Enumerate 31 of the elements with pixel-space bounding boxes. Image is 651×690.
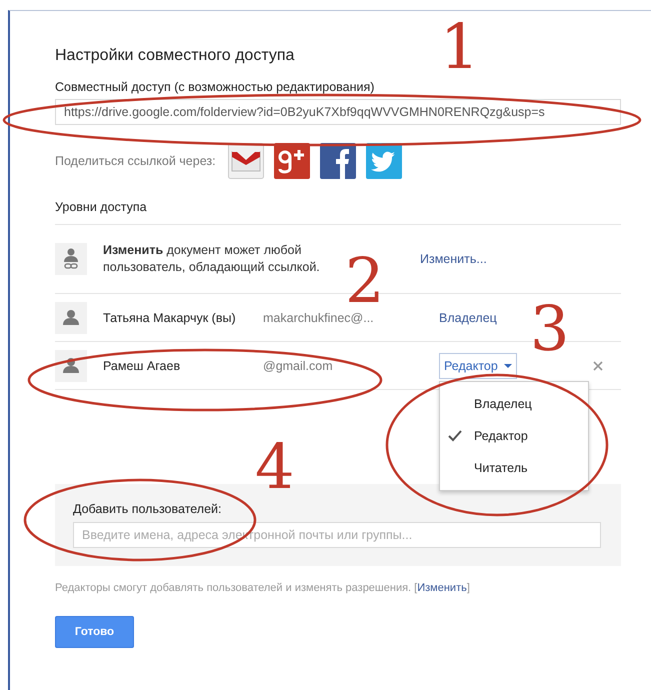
person-link-icon	[55, 243, 87, 275]
bird-icon[interactable]	[366, 143, 402, 179]
user-name: Рамеш Агаев	[103, 358, 182, 372]
annotation-number: 4	[255, 430, 294, 503]
access-heading: Уровни доступа	[55, 200, 621, 225]
user-name: Татьяна Макарчук (вы)	[103, 310, 237, 324]
close-icon[interactable]	[593, 360, 603, 370]
link-field[interactable]: https://drive.google.com/folderview?id=0B2yuK7Xbf9qqWVVGMHN0RENRQzg&usp=s	[55, 99, 621, 125]
annotation-number: 1	[440, 10, 480, 83]
role-option[interactable]: Редактор	[440, 420, 588, 452]
user-email: @gmail.com	[262, 358, 334, 372]
person-icon	[55, 302, 87, 334]
annotation-number: 3	[530, 292, 570, 365]
add-users-label: Добавить пользователей:	[73, 502, 223, 516]
link-label: Совместный доступ (с возможностью редактирования)	[55, 80, 376, 94]
role-option[interactable]: Читатель	[440, 452, 588, 484]
role-text: Владелец	[439, 310, 497, 324]
footer-bracket: ]	[466, 582, 470, 594]
dialog-title: Настройки совместного доступа	[55, 47, 296, 66]
change-link[interactable]: Изменить...	[420, 252, 487, 266]
footer-note: Редакторы смогут добавлять пользователей и изменять разрешения. [	[55, 582, 418, 594]
person-icon	[55, 350, 87, 382]
share-label: Поделиться ссылкой через:	[55, 154, 216, 168]
caret-icon	[504, 364, 512, 368]
google-plus-icon[interactable]	[274, 143, 310, 179]
role-option[interactable]: Владелец	[440, 388, 588, 420]
role-dropdown[interactable]: Редактор	[439, 352, 517, 378]
change-permissions-link[interactable]: Изменить	[417, 582, 467, 594]
mail-envelope-icon[interactable]	[228, 143, 264, 179]
facebook-icon[interactable]	[320, 143, 356, 179]
link-access-text: Изменить документ может любой пользователь, обладающий ссылкой.	[103, 242, 321, 276]
